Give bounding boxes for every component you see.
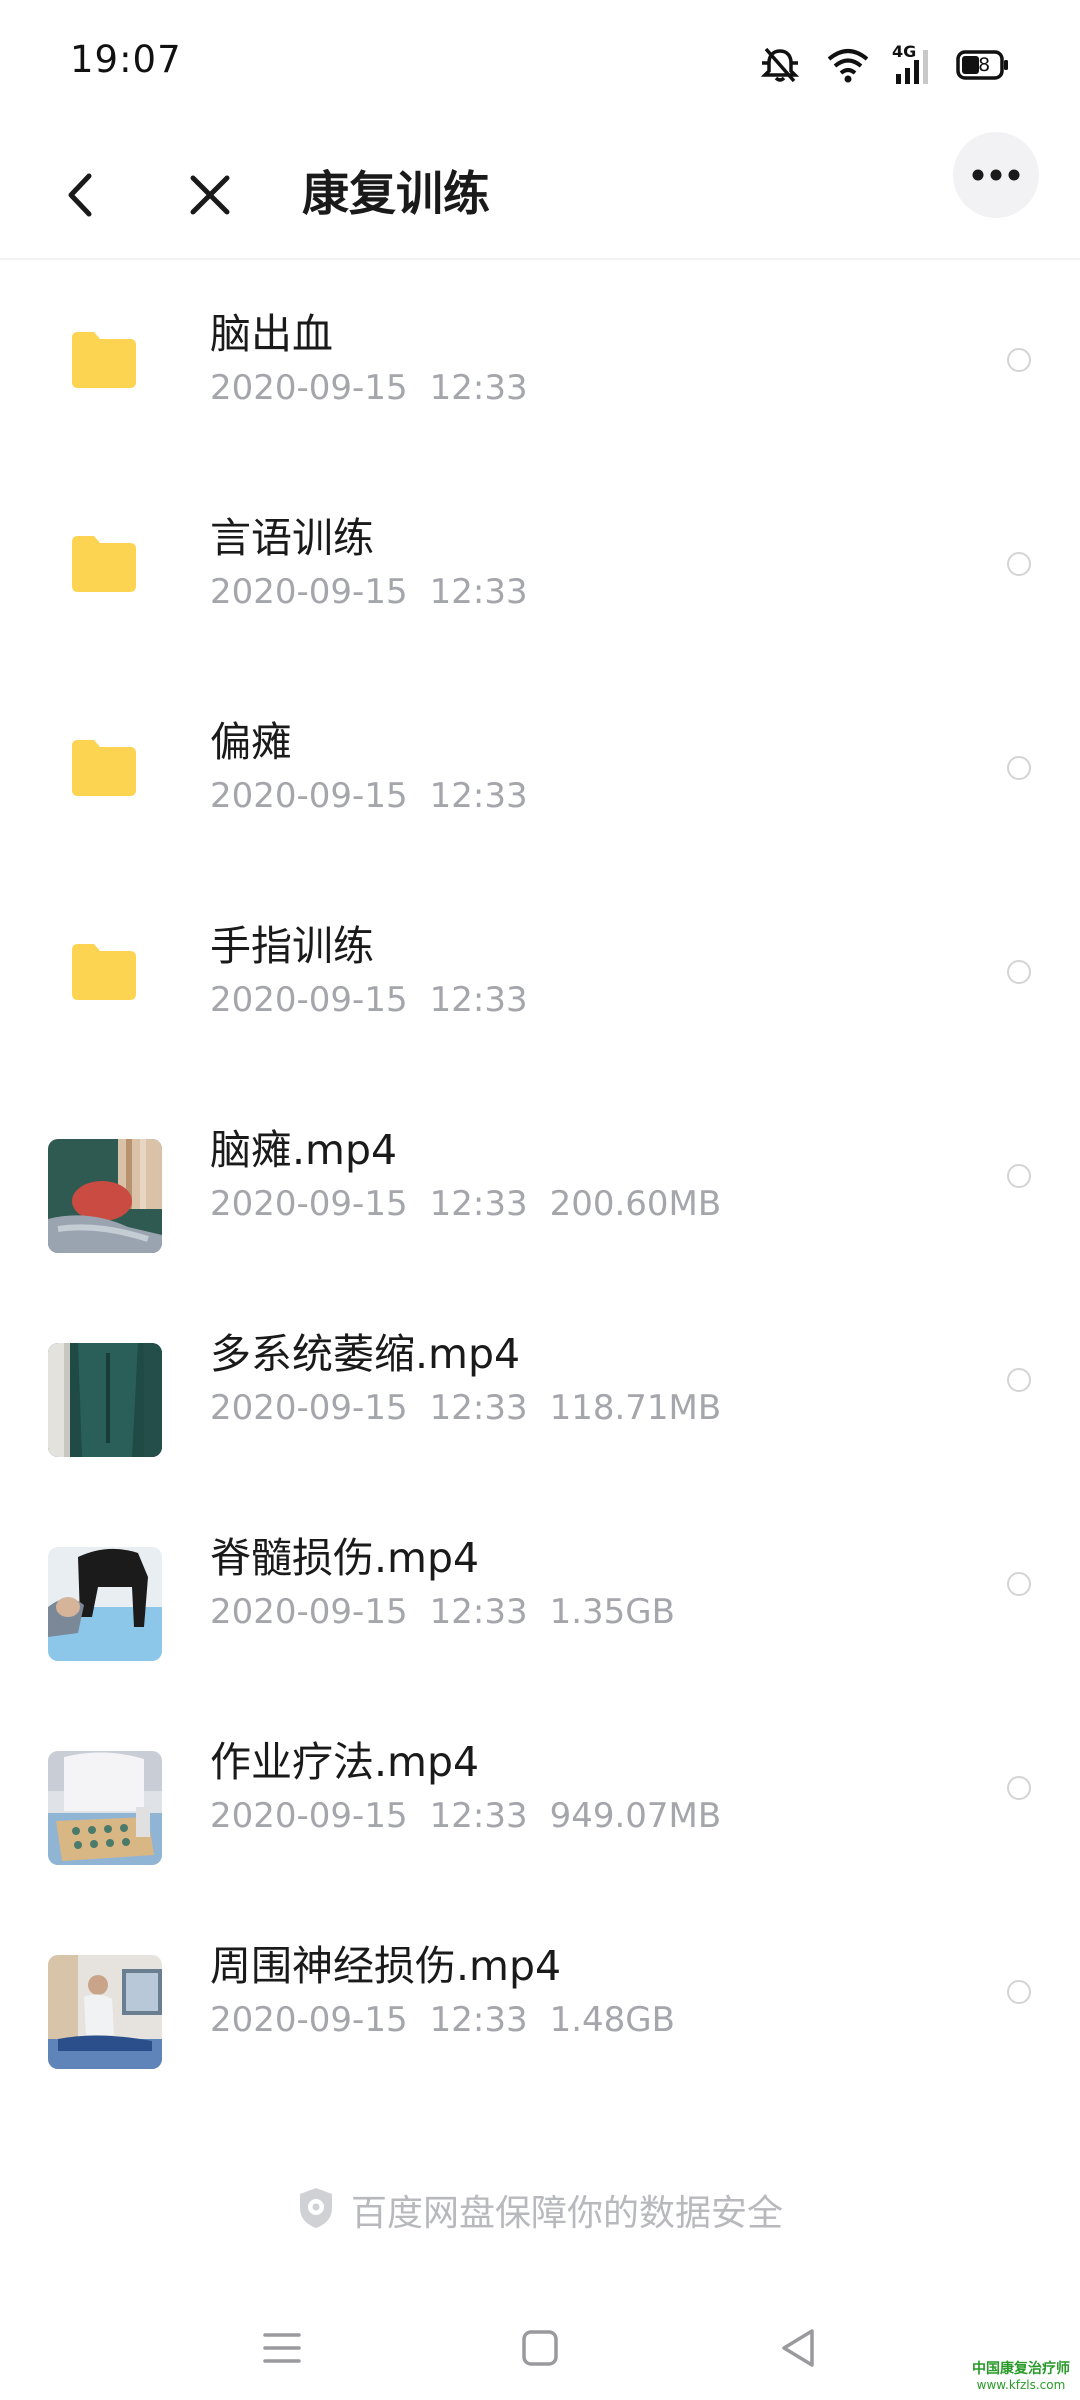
home-icon[interactable]	[510, 2318, 570, 2378]
battery-level: 38	[966, 54, 991, 76]
file-time: 12:33	[429, 368, 528, 408]
wifi-icon	[826, 47, 870, 83]
file-meta: 2020-09-15 12:33 1.35GB	[210, 1592, 675, 1632]
select-radio[interactable]	[1007, 1776, 1031, 1800]
video-thumbnail	[48, 1751, 162, 1865]
file-meta: 2020-09-15 12:33	[210, 980, 528, 1020]
file-name: 周围神经损伤.mp4	[210, 1942, 562, 1990]
file-meta: 2020-09-15 12:33 200.60MB	[210, 1184, 721, 1224]
page-title: 康复训练	[302, 167, 490, 222]
file-size: 200.60MB	[549, 1184, 722, 1224]
video-thumbnail	[48, 1343, 162, 1457]
watermark-line2: www.kfzls.com	[976, 2378, 1066, 2392]
file-time: 12:33	[429, 572, 528, 612]
menu-icon[interactable]	[252, 2318, 312, 2378]
watermark-line1: 中国康复治疗师	[972, 2361, 1070, 2377]
shield-icon	[297, 2186, 335, 2234]
nav-bar: 康复训练	[0, 130, 1080, 260]
more-icon[interactable]	[953, 132, 1039, 218]
file-size: 1.48GB	[549, 2000, 675, 2040]
file-date: 2020-09-15	[210, 1592, 408, 1632]
battery-icon: 38	[956, 50, 1010, 80]
folder-icon	[72, 740, 136, 796]
folder-icon	[72, 944, 136, 1000]
folder-icon	[72, 332, 136, 388]
select-radio[interactable]	[1007, 348, 1031, 372]
video-thumbnail	[48, 1955, 162, 2069]
file-size: 1.35GB	[549, 1592, 675, 1632]
file-list-item[interactable]: 多系统萎缩.mp4 2020-09-15 12:33 118.71MB	[0, 1280, 1080, 1484]
file-size: 118.71MB	[549, 1388, 722, 1428]
select-radio[interactable]	[1007, 1368, 1031, 1392]
file-list-item[interactable]: 偏瘫 2020-09-15 12:33	[0, 668, 1080, 872]
watermark: 中国康复治疗师 www.kfzls.com	[972, 2360, 1070, 2392]
file-time: 12:33	[429, 1796, 528, 1836]
file-date: 2020-09-15	[210, 1796, 408, 1836]
file-time: 12:33	[429, 980, 528, 1020]
file-time: 12:33	[429, 1592, 528, 1632]
status-icons: 4G 38	[756, 42, 1010, 88]
file-name: 脊髓损伤.mp4	[210, 1534, 480, 1582]
file-time: 12:33	[429, 2000, 528, 2040]
file-meta: 2020-09-15 12:33 949.07MB	[210, 1796, 721, 1836]
file-date: 2020-09-15	[210, 2000, 408, 2040]
file-name: 脑出血	[210, 310, 333, 358]
select-radio[interactable]	[1007, 756, 1031, 780]
file-name: 言语训练	[210, 514, 374, 562]
security-note: 百度网盘保障你的数据安全	[0, 2180, 1080, 2240]
select-radio[interactable]	[1007, 552, 1031, 576]
file-meta: 2020-09-15 12:33	[210, 368, 528, 408]
file-name: 偏瘫	[210, 718, 292, 766]
file-date: 2020-09-15	[210, 776, 408, 816]
file-name: 脑瘫.mp4	[210, 1126, 398, 1174]
file-date: 2020-09-15	[210, 368, 408, 408]
file-list-item[interactable]: 周围神经损伤.mp4 2020-09-15 12:33 1.48GB	[0, 1892, 1080, 2096]
back-arrow-icon[interactable]	[50, 165, 110, 225]
file-name: 多系统萎缩.mp4	[210, 1330, 521, 1378]
file-date: 2020-09-15	[210, 572, 408, 612]
file-name: 手指训练	[210, 922, 374, 970]
mute-bell-icon	[756, 45, 804, 85]
file-name: 作业疗法.mp4	[210, 1738, 480, 1786]
cellular-signal-icon: 4G	[892, 42, 934, 86]
file-list-item[interactable]: 作业疗法.mp4 2020-09-15 12:33 949.07MB	[0, 1688, 1080, 1892]
file-list-item[interactable]: 脊髓损伤.mp4 2020-09-15 12:33 1.35GB	[0, 1484, 1080, 1688]
file-meta: 2020-09-15 12:33	[210, 776, 528, 816]
system-nav-bar: 中国康复治疗师 www.kfzls.com	[0, 2300, 1080, 2400]
file-meta: 2020-09-15 12:33 1.48GB	[210, 2000, 675, 2040]
file-date: 2020-09-15	[210, 1388, 408, 1428]
file-list-item[interactable]: 言语训练 2020-09-15 12:33	[0, 464, 1080, 668]
select-radio[interactable]	[1007, 1980, 1031, 2004]
select-radio[interactable]	[1007, 1572, 1031, 1596]
file-date: 2020-09-15	[210, 980, 408, 1020]
video-thumbnail	[48, 1547, 162, 1661]
select-radio[interactable]	[1007, 1164, 1031, 1188]
file-time: 12:33	[429, 1184, 528, 1224]
file-date: 2020-09-15	[210, 1184, 408, 1224]
file-size: 949.07MB	[549, 1796, 722, 1836]
select-radio[interactable]	[1007, 960, 1031, 984]
file-list-item[interactable]: 手指训练 2020-09-15 12:33	[0, 872, 1080, 1076]
file-list-item[interactable]: 脑出血 2020-09-15 12:33	[0, 260, 1080, 464]
file-time: 12:33	[429, 1388, 528, 1428]
file-time: 12:33	[429, 776, 528, 816]
file-list-item[interactable]: 脑瘫.mp4 2020-09-15 12:33 200.60MB	[0, 1076, 1080, 1280]
close-icon[interactable]	[180, 165, 240, 225]
back-triangle-icon[interactable]	[768, 2318, 828, 2378]
file-meta: 2020-09-15 12:33 118.71MB	[210, 1388, 721, 1428]
status-time: 19:07	[70, 38, 182, 81]
security-text: 百度网盘保障你的数据安全	[350, 2193, 783, 2234]
folder-icon	[72, 536, 136, 592]
status-bar: 19:07 4G 38	[0, 0, 1080, 130]
video-thumbnail	[48, 1139, 162, 1253]
file-list: 脑出血 2020-09-15 12:33 言语训练 2020-09-15 12:33…	[0, 260, 1080, 2096]
file-meta: 2020-09-15 12:33	[210, 572, 528, 612]
